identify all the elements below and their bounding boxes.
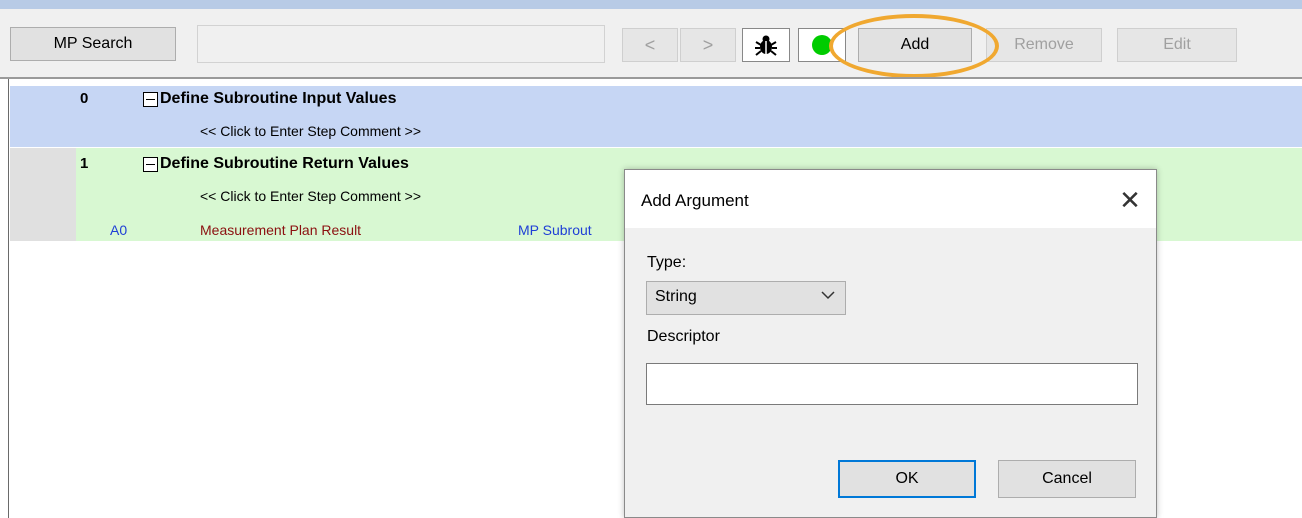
status-button[interactable]: [798, 28, 846, 62]
step-comment[interactable]: << Click to Enter Step Comment >>: [200, 188, 421, 204]
mp-search-button[interactable]: MP Search: [10, 27, 176, 61]
dialog-title: Add Argument: [641, 191, 749, 210]
chevron-down-icon: [821, 291, 835, 300]
descriptor-label: Descriptor: [647, 328, 720, 345]
toolbar: MP Search < > Add Remove Edit: [0, 9, 1302, 77]
type-select-value: String: [655, 288, 697, 305]
step-gutter: [10, 86, 76, 147]
descriptor-input[interactable]: [646, 363, 1138, 405]
remove-button[interactable]: Remove: [986, 28, 1102, 62]
step-gutter: [10, 148, 76, 241]
type-select[interactable]: String: [646, 281, 846, 315]
step-title: Define Subroutine Input Values: [160, 90, 397, 107]
next-button[interactable]: >: [680, 28, 736, 62]
toolbar-divider: [0, 77, 1302, 79]
add-argument-dialog: Add Argument ✕ Type: String Descriptor O…: [624, 169, 1157, 518]
step-comment[interactable]: << Click to Enter Step Comment >>: [200, 123, 421, 139]
window-top-strip: [0, 0, 1302, 9]
close-icon[interactable]: ✕: [1113, 183, 1147, 217]
edit-button[interactable]: Edit: [1117, 28, 1237, 62]
add-button[interactable]: Add: [858, 28, 972, 62]
argument-type: MP Subrout: [518, 222, 592, 238]
step-number: 1: [80, 155, 89, 172]
left-border: [8, 79, 9, 518]
prev-button[interactable]: <: [622, 28, 678, 62]
step-title: Define Subroutine Return Values: [160, 155, 409, 172]
argument-id: A0: [110, 222, 128, 238]
collapse-icon[interactable]: [143, 92, 158, 107]
step-number: 0: [80, 90, 89, 107]
argument-name[interactable]: Measurement Plan Result: [200, 222, 361, 238]
green-dot-icon: [812, 35, 832, 55]
type-label: Type:: [647, 254, 687, 271]
bug-icon: [755, 35, 777, 56]
ok-button[interactable]: OK: [838, 460, 976, 498]
search-input[interactable]: [197, 25, 605, 63]
dialog-titlebar: Add Argument ✕: [625, 170, 1156, 228]
debug-button[interactable]: [742, 28, 790, 62]
cancel-button[interactable]: Cancel: [998, 460, 1136, 498]
collapse-icon[interactable]: [143, 157, 158, 172]
